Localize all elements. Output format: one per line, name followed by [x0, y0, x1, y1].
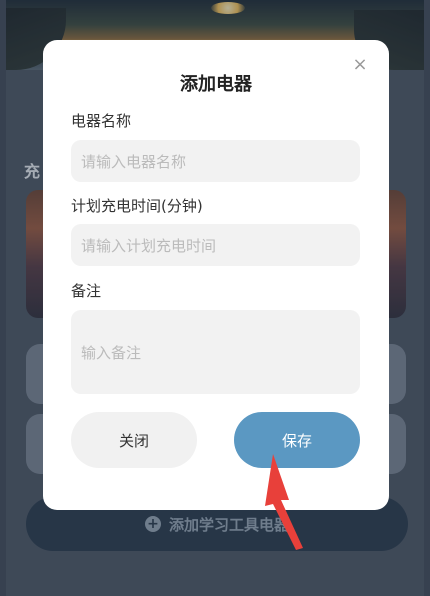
note-label: 备注	[71, 282, 102, 300]
appliance-name-input[interactable]: 请输入电器名称	[71, 140, 360, 182]
charge-time-label: 计划充电时间(分钟)	[71, 197, 203, 215]
add-appliance-dialog: 添加电器 × 电器名称 请输入电器名称 计划充电时间(分钟) 请输入计划充电时间…	[43, 40, 389, 510]
annotation-arrow-icon	[265, 454, 303, 550]
appliance-name-label: 电器名称	[71, 112, 132, 130]
charge-time-input[interactable]: 请输入计划充电时间	[71, 224, 360, 266]
close-button[interactable]: 关闭	[71, 412, 197, 468]
close-icon[interactable]: ×	[351, 56, 369, 74]
dialog-title: 添加电器	[180, 74, 252, 95]
note-textarea[interactable]: 输入备注	[71, 310, 360, 394]
